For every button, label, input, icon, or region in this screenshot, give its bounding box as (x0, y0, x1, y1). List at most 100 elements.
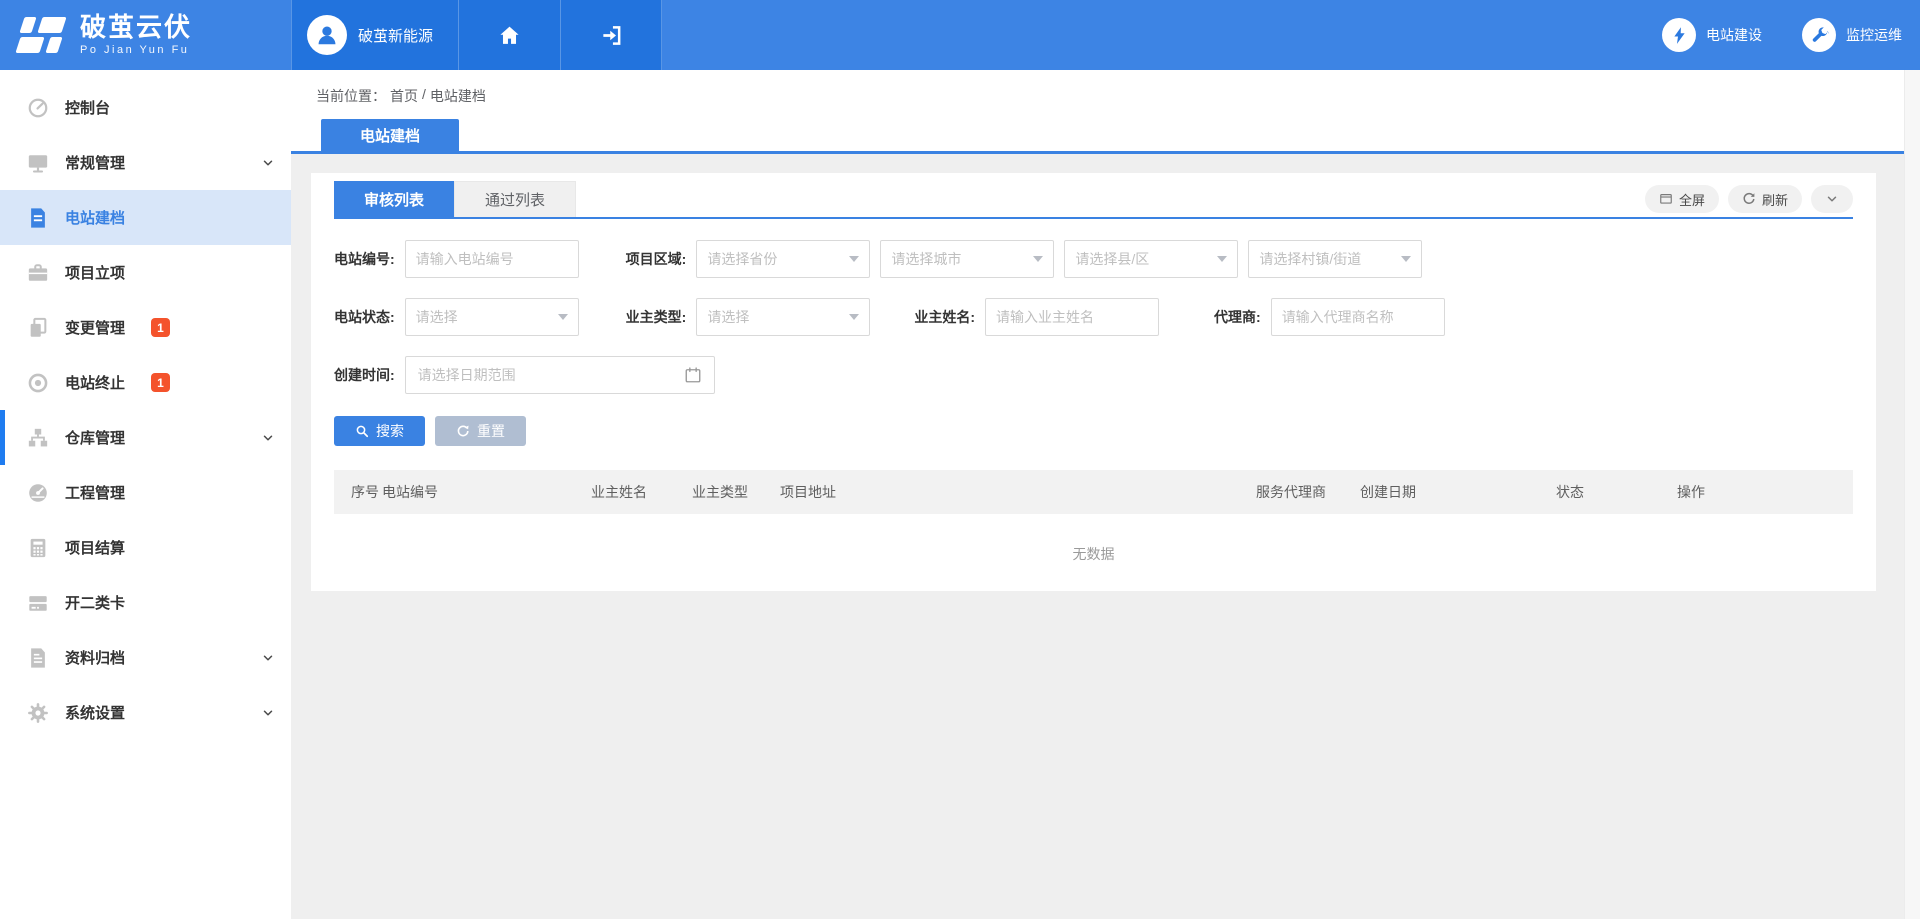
card-icon (27, 592, 49, 614)
owner-name-input[interactable] (985, 298, 1159, 336)
notification-badge: 1 (151, 373, 170, 392)
collapse-button[interactable] (1811, 185, 1853, 213)
breadcrumb: 当前位置： 首页 / 电站建档 (291, 70, 1920, 106)
lightning-icon (1670, 26, 1689, 45)
chevron-down-icon (261, 651, 275, 665)
search-icon (355, 424, 369, 438)
gear-icon (27, 702, 49, 724)
agent-label: 代理商: (1214, 307, 1261, 327)
search-button[interactable]: 搜索 (334, 416, 425, 446)
document-icon (27, 207, 49, 229)
avatar (307, 15, 347, 55)
empty-state-text: 无数据 (334, 514, 1853, 593)
brand-logo: 破茧云伏 Po Jian Yun Fu (0, 0, 291, 70)
sidebar-item-engineering-mgmt[interactable]: 工程管理 (0, 465, 291, 520)
date-range-picker[interactable]: 请选择日期范围 (405, 356, 715, 394)
sidebar-item-console[interactable]: 控制台 (0, 80, 291, 135)
sidebar-item-general-mgmt[interactable]: 常规管理 (0, 135, 291, 190)
calculator-icon (27, 537, 49, 559)
archive-icon (27, 647, 49, 669)
content-panel: 审核列表 通过列表 全屏 刷新 (311, 173, 1876, 591)
city-select[interactable]: 请选择城市 (880, 240, 1054, 278)
col-status: 状态 (1556, 482, 1677, 502)
caret-down-icon (849, 314, 859, 320)
sidebar-item-station-termination[interactable]: 电站终止 1 (0, 355, 291, 410)
province-select[interactable]: 请选择省份 (696, 240, 870, 278)
town-select[interactable]: 请选择村镇/街道 (1248, 240, 1422, 278)
refresh-button[interactable]: 刷新 (1728, 185, 1802, 213)
main-content: 当前位置： 首页 / 电站建档 电站建档 审核列表 通过列表 全屏 刷新 (291, 70, 1920, 919)
table-header: 序号 电站编号 业主姓名 业主类型 项目地址 服务代理商 创建日期 状态 操作 (334, 470, 1853, 514)
station-status-label: 电站状态: (334, 307, 395, 327)
county-select[interactable]: 请选择县/区 (1064, 240, 1238, 278)
brand-subtitle: Po Jian Yun Fu (80, 45, 192, 56)
page-tab-station-archive[interactable]: 电站建档 (321, 119, 459, 151)
create-time-label: 创建时间: (334, 365, 395, 385)
col-service-agent: 服务代理商 (1256, 482, 1360, 502)
company-name: 破茧新能源 (358, 25, 433, 46)
station-no-input[interactable] (405, 240, 579, 278)
wrench-icon (1810, 26, 1829, 45)
scrollbar-track[interactable] (1904, 70, 1920, 919)
caret-down-icon (849, 256, 859, 262)
sidebar-item-warehouse-mgmt[interactable]: 仓库管理 (0, 410, 291, 465)
col-owner-type: 业主类型 (692, 482, 780, 502)
sidebar: 控制台 常规管理 电站建档 项目立项 变更管理 1 电站终止 1 仓库管理 工程… (0, 70, 291, 919)
sidebar-item-station-archive[interactable]: 电站建档 (0, 190, 291, 245)
home-button[interactable] (459, 0, 561, 70)
owner-name-label: 业主姓名: (914, 307, 975, 327)
caret-down-icon (558, 314, 568, 320)
fullscreen-icon (1659, 192, 1673, 206)
monitor-icon (27, 152, 49, 174)
top-header: 破茧云伏 Po Jian Yun Fu 破茧新能源 电站建设 监控运维 (0, 0, 1920, 70)
breadcrumb-home[interactable]: 首页 (390, 86, 418, 106)
col-station-no: 电站编号 (382, 482, 591, 502)
nav-monitor-ops[interactable]: 监控运维 (1802, 18, 1902, 52)
home-icon (498, 24, 521, 47)
breadcrumb-prefix: 当前位置： (316, 86, 386, 106)
copy-icon (27, 317, 49, 339)
brand-logo-icon (16, 14, 68, 56)
refresh-icon (1742, 192, 1756, 206)
caret-down-icon (1217, 256, 1227, 262)
sidebar-item-project-initiation[interactable]: 项目立项 (0, 245, 291, 300)
reset-icon (456, 424, 470, 438)
active-tab-underline (334, 217, 1853, 219)
sidebar-item-data-archive[interactable]: 资料归档 (0, 630, 291, 685)
chevron-down-icon (1825, 192, 1839, 206)
tab-review-list[interactable]: 审核列表 (334, 181, 454, 217)
nav-monitor-ops-label: 监控运维 (1846, 25, 1902, 45)
chevron-down-icon (261, 706, 275, 720)
owner-type-label: 业主类型: (626, 307, 687, 327)
calendar-icon (684, 366, 702, 384)
col-create-date: 创建日期 (1360, 482, 1556, 502)
tab-passed-list[interactable]: 通过列表 (454, 181, 576, 217)
reset-button[interactable]: 重置 (435, 416, 526, 446)
sidebar-item-project-settlement[interactable]: 项目结算 (0, 520, 291, 575)
agent-input[interactable] (1271, 298, 1445, 336)
breadcrumb-current: 电站建档 (430, 86, 486, 106)
fullscreen-button[interactable]: 全屏 (1645, 185, 1719, 213)
nav-station-build-label: 电站建设 (1706, 25, 1762, 45)
logout-button[interactable] (561, 0, 662, 70)
caret-down-icon (1033, 256, 1043, 262)
sidebar-item-system-settings[interactable]: 系统设置 (0, 685, 291, 740)
col-actions: 操作 (1677, 482, 1853, 502)
sidebar-item-change-mgmt[interactable]: 变更管理 1 (0, 300, 291, 355)
sitemap-icon (27, 427, 49, 449)
chevron-down-icon (261, 156, 275, 170)
sidebar-item-open-card[interactable]: 开二类卡 (0, 575, 291, 630)
dashboard-icon (27, 97, 49, 119)
breadcrumb-separator: / (422, 86, 426, 106)
col-seq: 序号 (351, 482, 382, 502)
nav-station-build[interactable]: 电站建设 (1662, 18, 1762, 52)
col-owner-name: 业主姓名 (591, 482, 692, 502)
region-label: 项目区域: (626, 249, 687, 269)
caret-down-icon (1401, 256, 1411, 262)
user-account-button[interactable]: 破茧新能源 (291, 0, 459, 70)
col-project-address: 项目地址 (780, 482, 1256, 502)
gauge-icon (27, 482, 49, 504)
owner-type-select[interactable]: 请选择 (696, 298, 870, 336)
station-status-select[interactable]: 请选择 (405, 298, 579, 336)
station-no-label: 电站编号: (334, 249, 395, 269)
